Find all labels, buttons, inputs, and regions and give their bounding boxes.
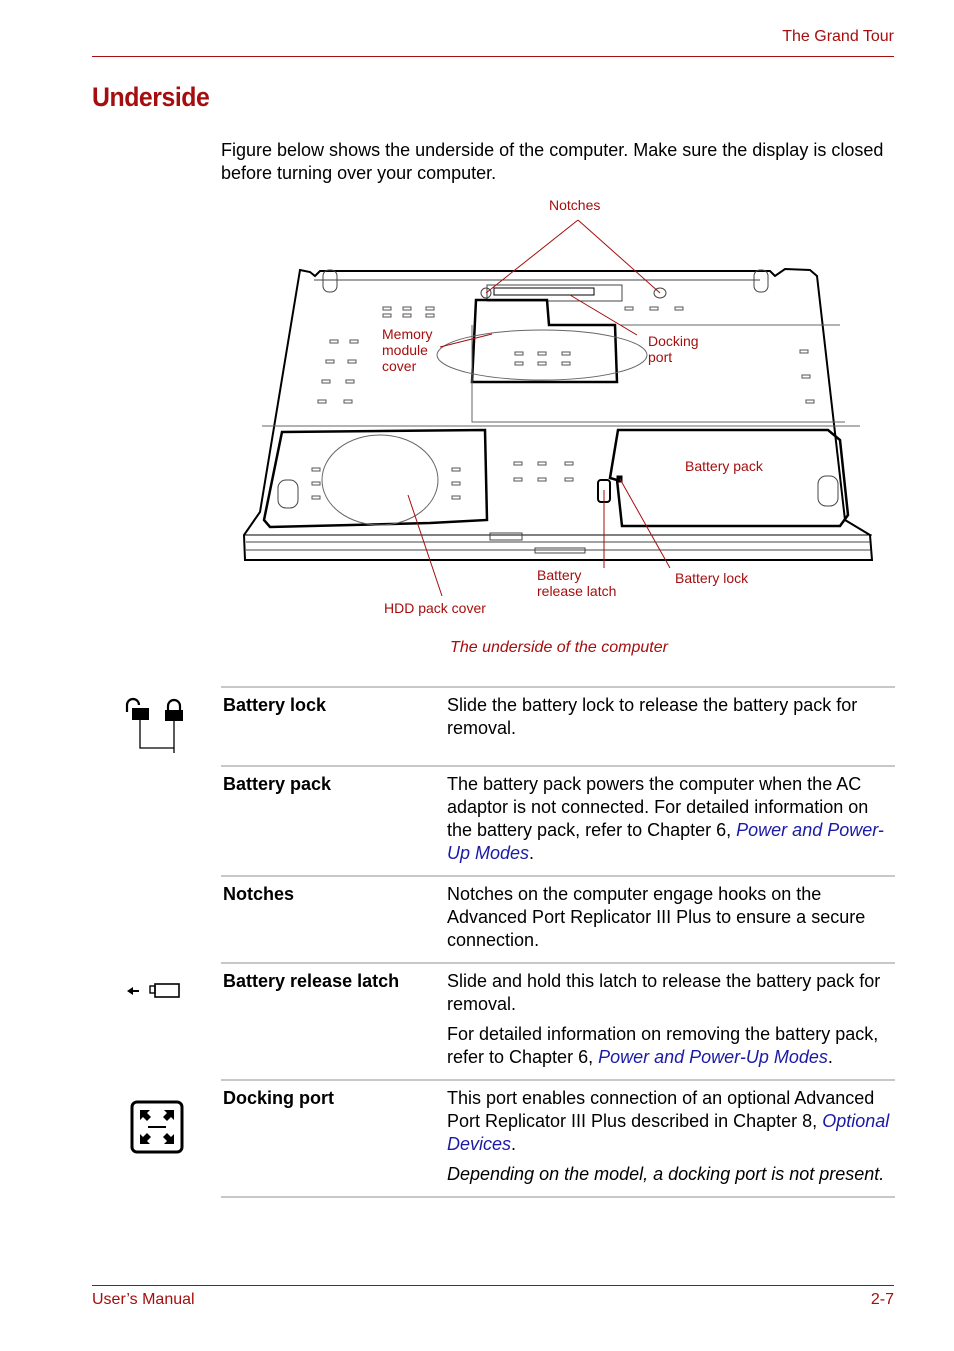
memory-module-cover — [470, 298, 619, 384]
table-row-notches: Notches Notches on the computer engage h… — [221, 875, 895, 962]
term-battery-release-latch: Battery release latch — [223, 971, 400, 991]
label-battery-lock: Battery lock — [675, 570, 749, 586]
link-power-and-power-up-modes[interactable]: Power and Power-Up Modes — [598, 1047, 828, 1067]
label-battery-pack: Battery pack — [685, 458, 763, 474]
desc-text-pre: This port enables connection of an optio… — [447, 1088, 875, 1131]
term-notches: Notches — [223, 884, 295, 904]
label-hdd-pack-cover: HDD pack cover — [384, 600, 486, 616]
term-battery-pack: Battery pack — [223, 774, 332, 794]
desc-text: This port enables connection of an optio… — [447, 1087, 895, 1156]
desc-note: Depending on the model, a docking port i… — [447, 1164, 885, 1184]
desc-text-post: . — [511, 1134, 517, 1154]
callout-leader-lines — [407, 219, 671, 597]
table-row-docking-port: Docking port This port enables connectio… — [221, 1079, 895, 1198]
page-title: Underside — [92, 82, 210, 112]
desc-text: Slide and hold this latch to release the… — [447, 971, 881, 1014]
footer-rule — [92, 1285, 894, 1286]
desc-text: Notches on the computer engage hooks on … — [447, 884, 866, 950]
desc-text-post: . — [827, 1047, 833, 1067]
header-rule — [92, 56, 894, 57]
label-notches: Notches — [549, 197, 601, 213]
desc-text-post: . — [529, 843, 535, 863]
docking-port — [486, 284, 623, 302]
desc-battery-lock: Slide the battery lock to release the ba… — [447, 694, 895, 755]
desc-text: For detailed information on removing the… — [447, 1023, 895, 1069]
table-row-battery-release-latch: Battery release latch Slide and hold thi… — [221, 962, 895, 1079]
label-memory-module-cover: Memory module cover — [382, 326, 433, 374]
component-table: Battery lock Slide the battery lock to r… — [221, 686, 895, 1198]
desc-battery-pack: The battery pack powers the computer whe… — [447, 773, 895, 865]
figure-caption: The underside of the computer — [450, 639, 668, 656]
underside-figure: Notches Memory module cover Docking port… — [240, 190, 880, 620]
running-head: The Grand Tour — [782, 28, 894, 45]
battery-pack — [608, 428, 850, 528]
page-number: 2-7 — [870, 1291, 894, 1308]
label-docking-port: Docking port — [648, 333, 699, 365]
laptop-underside-drawing — [242, 219, 874, 597]
battery-release-icon — [127, 983, 180, 998]
desc-docking-port: This port enables connection of an optio… — [447, 1087, 895, 1186]
intro-paragraph: Figure below shows the underside of the … — [221, 140, 884, 183]
table-row-battery-pack: Battery pack The battery pack powers the… — [221, 765, 895, 875]
desc-notches: Notches on the computer engage hooks on … — [447, 883, 895, 952]
laptop-outline — [242, 267, 874, 561]
battery-lock-unlock-icon — [125, 697, 183, 753]
table-row-battery-lock: Battery lock Slide the battery lock to r… — [221, 686, 895, 765]
term-battery-lock: Battery lock — [223, 695, 327, 715]
hdd-pack-cover — [262, 428, 489, 529]
desc-battery-release-latch: Slide and hold this latch to release the… — [447, 970, 895, 1069]
label-battery-release-latch: Battery release latch — [537, 567, 617, 599]
docking-port-icon — [130, 1100, 184, 1154]
desc-text: Slide the battery lock to release the ba… — [447, 695, 858, 738]
desc-text: The battery pack powers the computer whe… — [447, 773, 895, 865]
term-docking-port: Docking port — [223, 1088, 334, 1108]
